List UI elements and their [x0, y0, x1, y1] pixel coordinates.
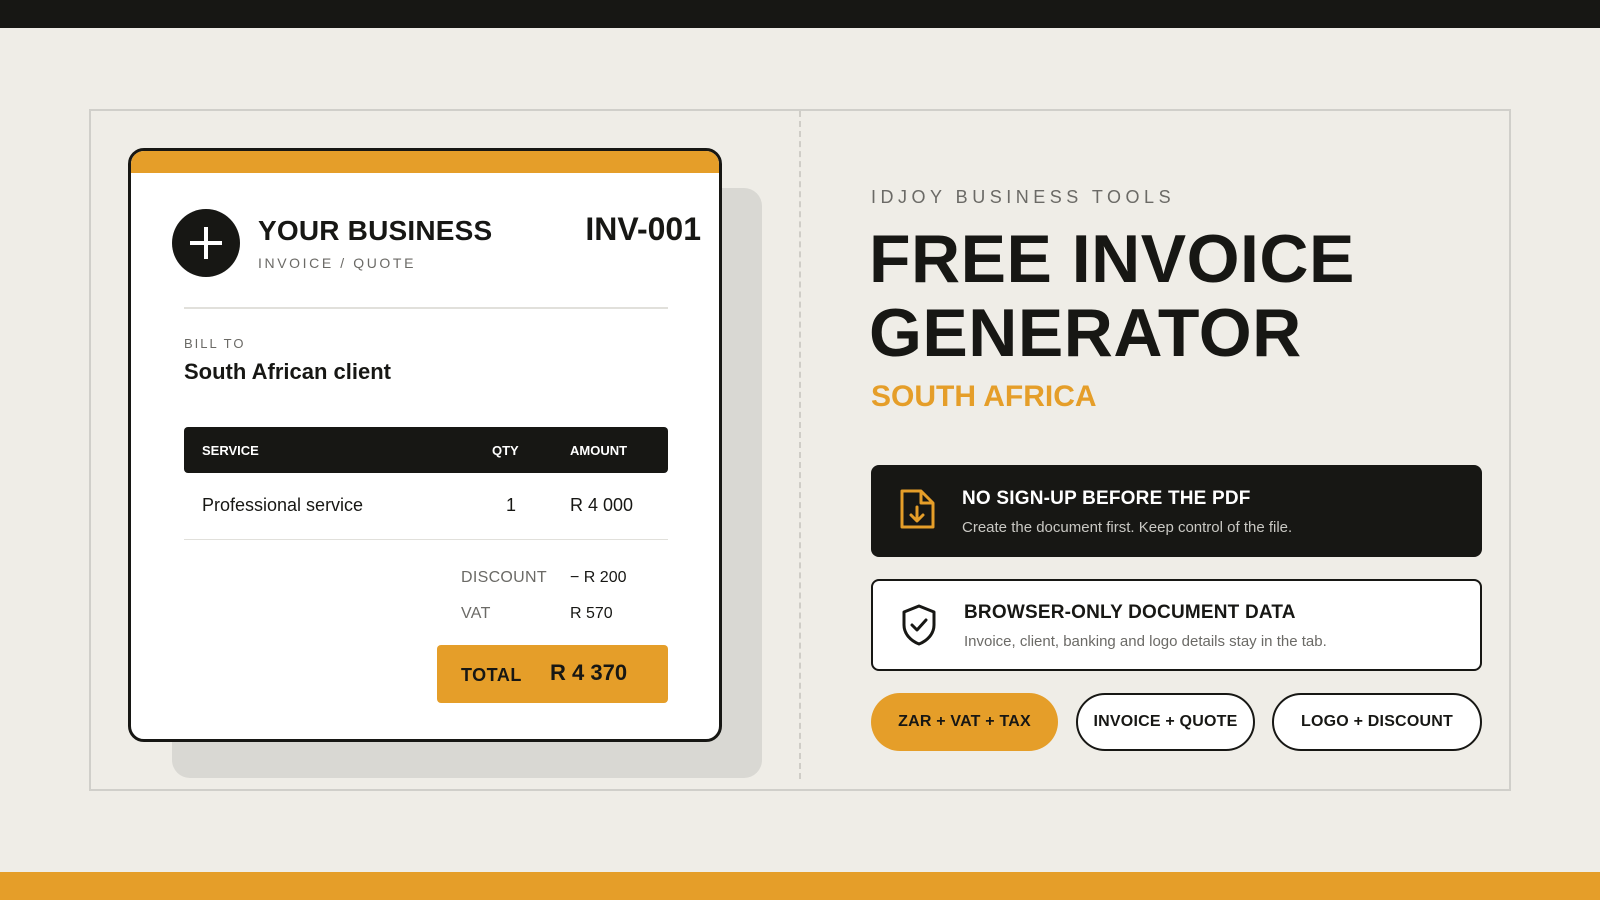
page-title-line-2: GENERATOR [869, 295, 1302, 371]
discount-label: DISCOUNT [461, 569, 547, 586]
row-amount: R 4 000 [570, 495, 634, 515]
page-title-line-1: FREE INVOICE [869, 221, 1355, 297]
client-name: South African client [184, 359, 391, 384]
invoice-accent-bar [131, 151, 719, 173]
feature-title: BROWSER-ONLY DOCUMENT DATA [964, 602, 1296, 623]
top-bar [0, 0, 1600, 28]
tag-logo-discount[interactable]: LOGO + DISCOUNT [1272, 693, 1482, 751]
column-header-service: SERVICE [202, 443, 259, 458]
column-header-qty: QTY [492, 443, 519, 458]
document-download-icon [900, 489, 935, 529]
business-logo [172, 209, 240, 277]
feature-title: NO SIGN-UP BEFORE THE PDF [962, 488, 1251, 509]
tag-zar-vat-tax[interactable]: ZAR + VAT + TAX [871, 693, 1058, 751]
row-service: Professional service [202, 495, 364, 515]
shield-check-icon [902, 604, 936, 646]
business-name: YOUR BUSINESS [258, 215, 493, 246]
total-box: TOTAL R 4 370 [437, 645, 668, 703]
table-header: SERVICE QTY AMOUNT [184, 427, 668, 473]
feature-browser-only: BROWSER-ONLY DOCUMENT DATA Invoice, clie… [871, 579, 1482, 671]
row-rule [184, 539, 668, 540]
row-qty: 1 [506, 495, 517, 515]
brand-eyebrow: IDJOY BUSINESS TOOLS [871, 187, 1176, 207]
plus-icon [190, 227, 222, 259]
vat-value: R 570 [570, 605, 613, 622]
column-header-amount: AMOUNT [570, 443, 628, 458]
page-title: FREE INVOICE GENERATOR [869, 222, 1355, 370]
dashed-divider [799, 111, 801, 779]
feature-no-signup: NO SIGN-UP BEFORE THE PDF Create the doc… [871, 465, 1482, 557]
bottom-accent-bar [0, 872, 1600, 900]
invoice-card: YOUR BUSINESS INVOICE / QUOTE INV-001 BI… [128, 148, 722, 742]
bill-to-label: BILL TO [184, 336, 246, 351]
vat-label: VAT [461, 605, 491, 622]
total-value: R 4 370 [550, 660, 628, 685]
business-subtitle: INVOICE / QUOTE [258, 255, 417, 271]
page-subtitle: SOUTH AFRICA [871, 380, 1097, 413]
header-rule [184, 307, 668, 309]
feature-description: Create the document first. Keep control … [962, 519, 1293, 536]
feature-description: Invoice, client, banking and logo detail… [964, 633, 1327, 650]
table-row: Professional service 1 R 4 000 [184, 473, 668, 539]
tag-invoice-quote[interactable]: INVOICE + QUOTE [1076, 693, 1255, 751]
total-label: TOTAL [461, 665, 522, 685]
discount-value: − R 200 [570, 569, 627, 586]
invoice-number: INV-001 [585, 211, 701, 247]
